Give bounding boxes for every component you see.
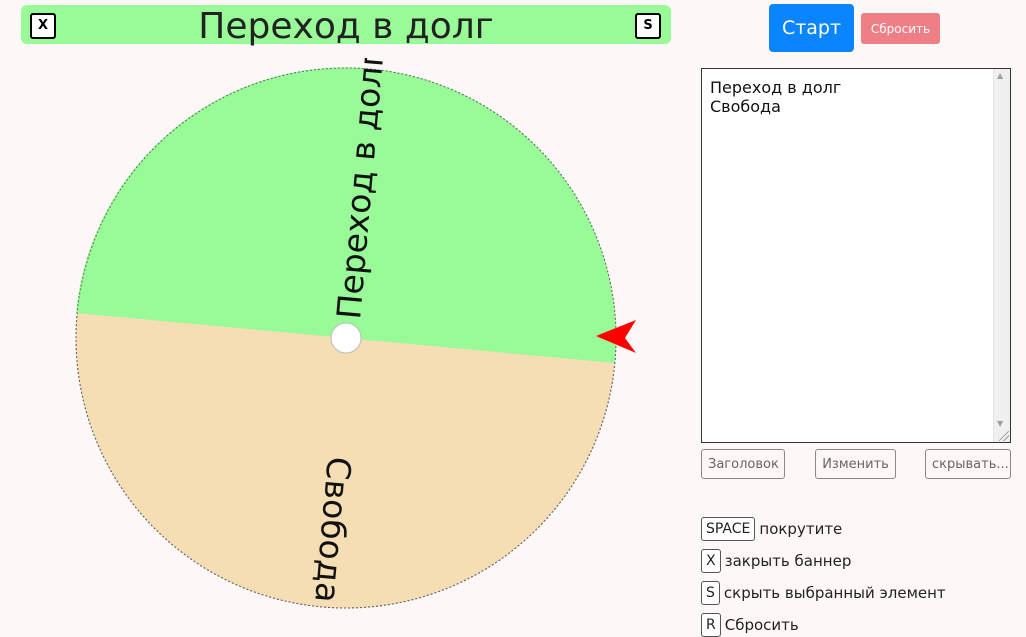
shortcut-label: Сбросить	[724, 616, 799, 634]
shortcut-label: закрыть баннер	[724, 552, 852, 570]
reset-button[interactable]: Сбросить	[861, 13, 940, 44]
entries-textarea[interactable]: Переход в долг Свобода ▲ ▼	[701, 68, 1011, 443]
textarea-scrollbar[interactable]: ▲ ▼	[993, 69, 1010, 442]
shortcut-space: SPACE покрутите	[701, 517, 842, 541]
resize-grip-icon[interactable]	[999, 431, 1009, 441]
start-button[interactable]: Старт	[769, 4, 854, 52]
shortcut-key: SPACE	[701, 517, 756, 541]
hide-options-button[interactable]: скрывать...	[925, 449, 1011, 479]
shortcut-key: X	[701, 549, 721, 573]
banner-title: Переход в долг	[198, 6, 494, 47]
scroll-down-icon[interactable]: ▼	[997, 419, 1003, 428]
title-button[interactable]: Заголовок	[701, 449, 785, 479]
shortcut-key: R	[701, 613, 721, 637]
shortcut-label: скрыть выбранный элемент	[723, 584, 946, 602]
hide-item-button[interactable]: S	[635, 13, 661, 39]
spin-wheel[interactable]: Переход в долг Свобода	[60, 48, 640, 618]
scroll-up-icon[interactable]: ▲	[997, 71, 1003, 80]
shortcut-reset: R Сбросить	[701, 613, 799, 637]
result-banner: Переход в долг X S	[21, 5, 671, 47]
close-banner-button[interactable]: X	[30, 13, 56, 39]
entries-text[interactable]: Переход в долг Свобода	[710, 78, 841, 116]
shortcut-label: покрутите	[759, 520, 843, 538]
shortcut-close-banner: Xзакрыть баннер	[701, 549, 851, 573]
shortcut-hide-item: Sскрыть выбранный элемент	[701, 581, 946, 605]
wheel-hub	[330, 322, 362, 354]
edit-button[interactable]: Изменить	[815, 449, 896, 479]
shortcut-key: S	[701, 581, 720, 605]
